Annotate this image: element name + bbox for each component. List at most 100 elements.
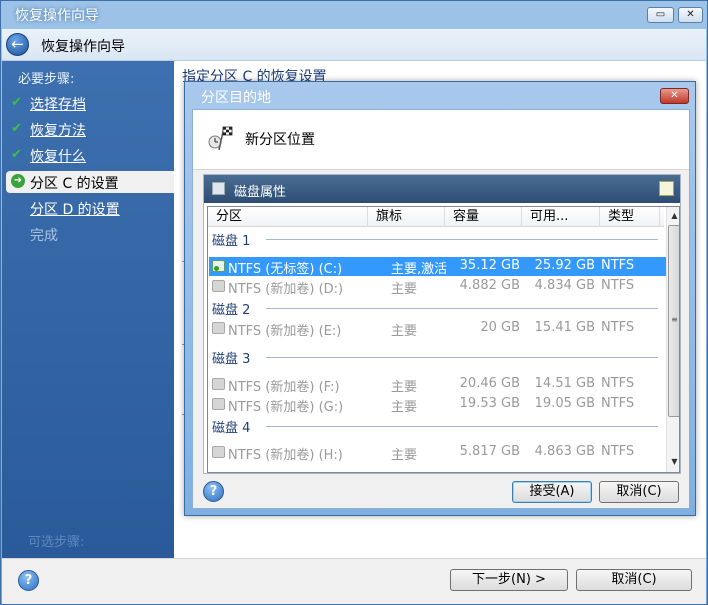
partition-type: NTFS <box>601 444 635 459</box>
partition-icon <box>212 378 225 390</box>
wizard-footer: ? 下一步(N) > 取消(C) <box>2 558 706 604</box>
accept-button[interactable]: 接受(A) <box>512 481 592 503</box>
nav-bar: ← 恢复操作向导 <box>2 29 706 61</box>
dialog-cancel-button[interactable]: 取消(C) <box>599 481 679 503</box>
cancel-button[interactable]: 取消(C) <box>576 569 692 591</box>
dialog-close-button[interactable]: ✕ <box>660 88 689 104</box>
dialog-title: 分区目的地 <box>201 90 271 106</box>
step-label: 选择存档 <box>30 97 86 113</box>
disk-group-label: 磁盘 4 <box>212 421 251 436</box>
disk-divider <box>266 357 658 358</box>
partition-free: 25.92 GB <box>534 258 595 273</box>
table-row[interactable]: NTFS (新加卷) (D:) 主要 4.882 GB 4.834 GB NTFS <box>209 277 666 297</box>
partition-icon <box>212 260 225 272</box>
wizard-window: 恢复操作向导 ▭ ✕ ← 恢复操作向导 必要步骤: ✔ 选择存档 ✔ 恢复方法 ✔ 恢复什… <box>0 0 708 605</box>
partition-icon <box>212 280 225 292</box>
partition-capacity: 5.817 GB <box>459 444 520 459</box>
window-title: 恢复操作向导 <box>15 8 99 24</box>
partition-free: 4.834 GB <box>534 278 595 293</box>
column-header[interactable]: 旗标 <box>368 207 445 227</box>
restore-button[interactable]: ▭ <box>647 7 674 23</box>
dialog-body: 新分区位置 磁盘属性 分区 旗标 容量 可用... 类型 磁盘 1 NTFS (无标签) … <box>192 109 690 509</box>
disk-group-label: 磁盘 3 <box>212 352 251 367</box>
partition-flags: 主要,激活 <box>391 262 448 277</box>
step-label: 完成 <box>30 228 58 244</box>
partition-name: NTFS (新加卷) (F:) <box>228 380 340 395</box>
panel-title: 磁盘属性 <box>234 185 287 200</box>
check-icon: ✔ <box>11 95 22 110</box>
check-icon: ✔ <box>11 147 22 162</box>
table-body: 磁盘 1 NTFS (无标签) (C:) 主要,激活 35.12 GB 25.92 GB… <box>208 227 666 472</box>
properties-icon[interactable] <box>659 181 674 196</box>
disk-group-label: 磁盘 1 <box>212 234 251 249</box>
table-row[interactable]: NTFS (无标签) (C:) 主要,激活 35.12 GB 25.92 GB NTFS <box>209 257 666 277</box>
title-bar: 恢复操作向导 ▭ ✕ <box>1 1 707 29</box>
partition-free: 19.05 GB <box>534 396 595 411</box>
nav-title: 恢复操作向导 <box>41 39 125 55</box>
step-label: 分区 D 的设置 <box>30 202 120 218</box>
scroll-thumb[interactable]: ≡ <box>668 225 679 417</box>
partition-type: NTFS <box>601 278 635 293</box>
partition-capacity: 19.53 GB <box>459 396 520 411</box>
partition-name: NTFS (新加卷) (D:) <box>228 282 344 297</box>
table-row[interactable]: NTFS (新加卷) (H:) 主要 5.817 GB 4.863 GB NTFS <box>209 443 666 463</box>
partition-free: 15.41 GB <box>534 320 595 335</box>
partition-flags: 主要 <box>391 448 418 463</box>
disk-divider <box>266 239 658 240</box>
step-item[interactable]: ✔ 恢复什么 <box>2 144 174 166</box>
partition-table: 分区 旗标 容量 可用... 类型 磁盘 1 NTFS (无标签) (C:) 主要,激活 35… <box>207 206 680 473</box>
partition-name: NTFS (新加卷) (H:) <box>228 448 343 463</box>
partition-icon <box>212 398 225 410</box>
dialog-header: 新分区位置 <box>193 110 689 170</box>
back-arrow-icon[interactable]: ← <box>6 33 29 56</box>
partition-icon <box>212 446 225 458</box>
partition-capacity: 20.46 GB <box>459 376 520 391</box>
column-header[interactable]: 类型 <box>600 207 660 227</box>
partition-flags: 主要 <box>391 282 418 297</box>
checkered-flag-icon <box>208 126 233 151</box>
partition-icon <box>212 322 225 334</box>
steps-sidebar: 必要步骤: ✔ 选择存档 ✔ 恢复方法 ✔ 恢复什么 ➜ 分区 C 的设置 分区 D 的设置 完成… <box>2 61 174 576</box>
current-step-arrow-icon: ➜ <box>11 174 25 188</box>
check-icon: ✔ <box>11 121 22 136</box>
table-row[interactable]: NTFS (新加卷) (E:) 主要 20 GB 15.41 GB NTFS <box>209 319 666 339</box>
table-row[interactable]: NTFS (新加卷) (G:) 主要 19.53 GB 19.05 GB NTFS <box>209 395 666 415</box>
help-icon[interactable]: ? <box>18 570 39 591</box>
help-icon[interactable]: ? <box>203 481 224 502</box>
required-steps-heading: 必要步骤: <box>18 72 75 87</box>
column-header[interactable]: 可用... <box>522 207 600 227</box>
step-item[interactable]: ➜ 分区 C 的设置 <box>6 171 174 193</box>
next-button[interactable]: 下一步(N) > <box>450 569 568 591</box>
partition-flags: 主要 <box>391 380 418 395</box>
partition-name: NTFS (无标签) (C:) <box>228 262 343 277</box>
dialog-heading: 新分区位置 <box>245 132 315 148</box>
vertical-scrollbar[interactable]: ▲ ≡ ▼ <box>666 207 679 472</box>
partition-free: 14.51 GB <box>534 376 595 391</box>
step-label: 分区 C 的设置 <box>30 176 119 192</box>
dialog-footer: ? 接受(A) 取消(C) <box>193 478 689 508</box>
disk-icon <box>212 182 225 195</box>
partition-flags: 主要 <box>391 324 418 339</box>
scroll-down-icon[interactable]: ▼ <box>668 454 679 469</box>
optional-steps-heading: 可选步骤: <box>28 535 85 550</box>
disk-divider <box>266 426 658 427</box>
table-row[interactable]: NTFS (新加卷) (F:) 主要 20.46 GB 14.51 GB NTFS <box>209 375 666 395</box>
step-item[interactable]: 分区 D 的设置 <box>2 197 174 219</box>
partition-capacity: 20 GB <box>480 320 520 335</box>
column-header[interactable]: 分区 <box>208 207 368 227</box>
close-button[interactable]: ✕ <box>678 7 703 23</box>
partition-type: NTFS <box>601 376 635 391</box>
partition-name: NTFS (新加卷) (E:) <box>228 324 342 339</box>
partition-destination-dialog: 分区目的地 ✕ 新分区位置 磁盘属性 分区 旗标 容量 可用... 类型 磁盘 … <box>184 81 696 516</box>
step-item[interactable]: ✔ 恢复方法 <box>2 118 174 140</box>
step-label: 恢复什么 <box>30 149 86 165</box>
partition-type: NTFS <box>601 258 635 273</box>
table-header: 分区 旗标 容量 可用... 类型 <box>208 207 664 227</box>
step-label: 恢复方法 <box>30 123 86 139</box>
scroll-up-icon[interactable]: ▲ <box>668 208 679 223</box>
disk-group-label: 磁盘 2 <box>212 303 251 318</box>
step-item[interactable]: ✔ 选择存档 <box>2 92 174 114</box>
disk-divider <box>266 308 658 309</box>
disk-properties-panel: 磁盘属性 分区 旗标 容量 可用... 类型 磁盘 1 NTFS (无标签) (C:) 主要… <box>203 174 681 474</box>
column-header[interactable]: 容量 <box>445 207 522 227</box>
